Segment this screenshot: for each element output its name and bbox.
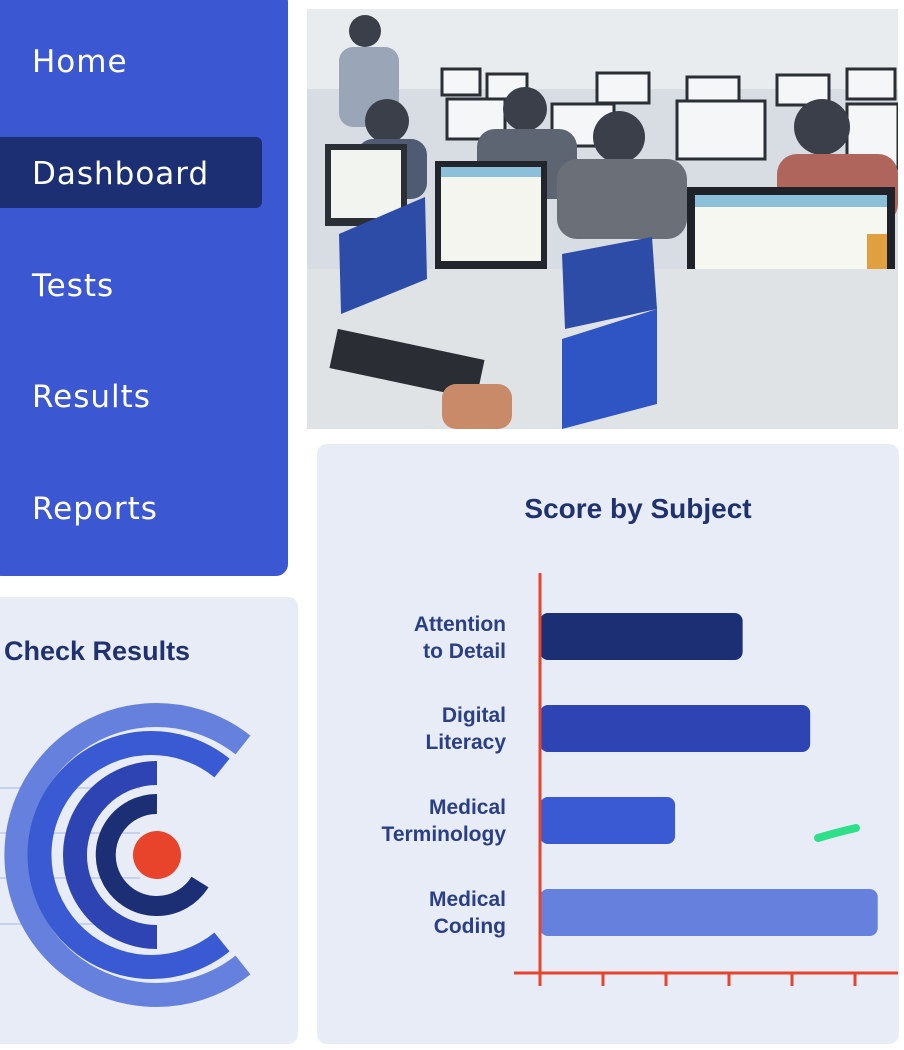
- category-label-medical-coding: Medical Coding: [346, 886, 506, 940]
- category-label-line-2: Coding: [433, 915, 506, 938]
- category-label-line-2: Literacy: [425, 731, 506, 754]
- nav-item-dashboard[interactable]: Dashboard: [32, 156, 209, 192]
- target-rings-icon: [0, 703, 251, 1007]
- category-label-line-1: Attention: [413, 613, 506, 636]
- nav-item-tests[interactable]: Tests: [32, 268, 114, 304]
- category-label-line-2: to Detail: [423, 640, 506, 663]
- category-label-digital-literacy: Digital Literacy: [346, 702, 506, 756]
- category-label-attention-to-detail: Attention to Detail: [346, 611, 506, 665]
- nav-item-home[interactable]: Home: [32, 44, 128, 80]
- category-label-line-1: Digital: [441, 704, 506, 727]
- chart-title: Score by Subject: [524, 493, 752, 524]
- pen-stroke-mark: [814, 824, 860, 842]
- computer-lab-photo: [307, 9, 898, 429]
- check-results-title: Check Results: [4, 636, 191, 666]
- category-label-line-1: Medical: [428, 888, 506, 911]
- nav-item-reports[interactable]: Reports: [32, 491, 158, 527]
- category-label-line-2: Terminology: [381, 823, 506, 846]
- category-label-medical-terminology: Medical Terminology: [346, 794, 506, 848]
- category-label-line-1: Medical: [428, 796, 506, 819]
- nav-item-results[interactable]: Results: [32, 379, 151, 415]
